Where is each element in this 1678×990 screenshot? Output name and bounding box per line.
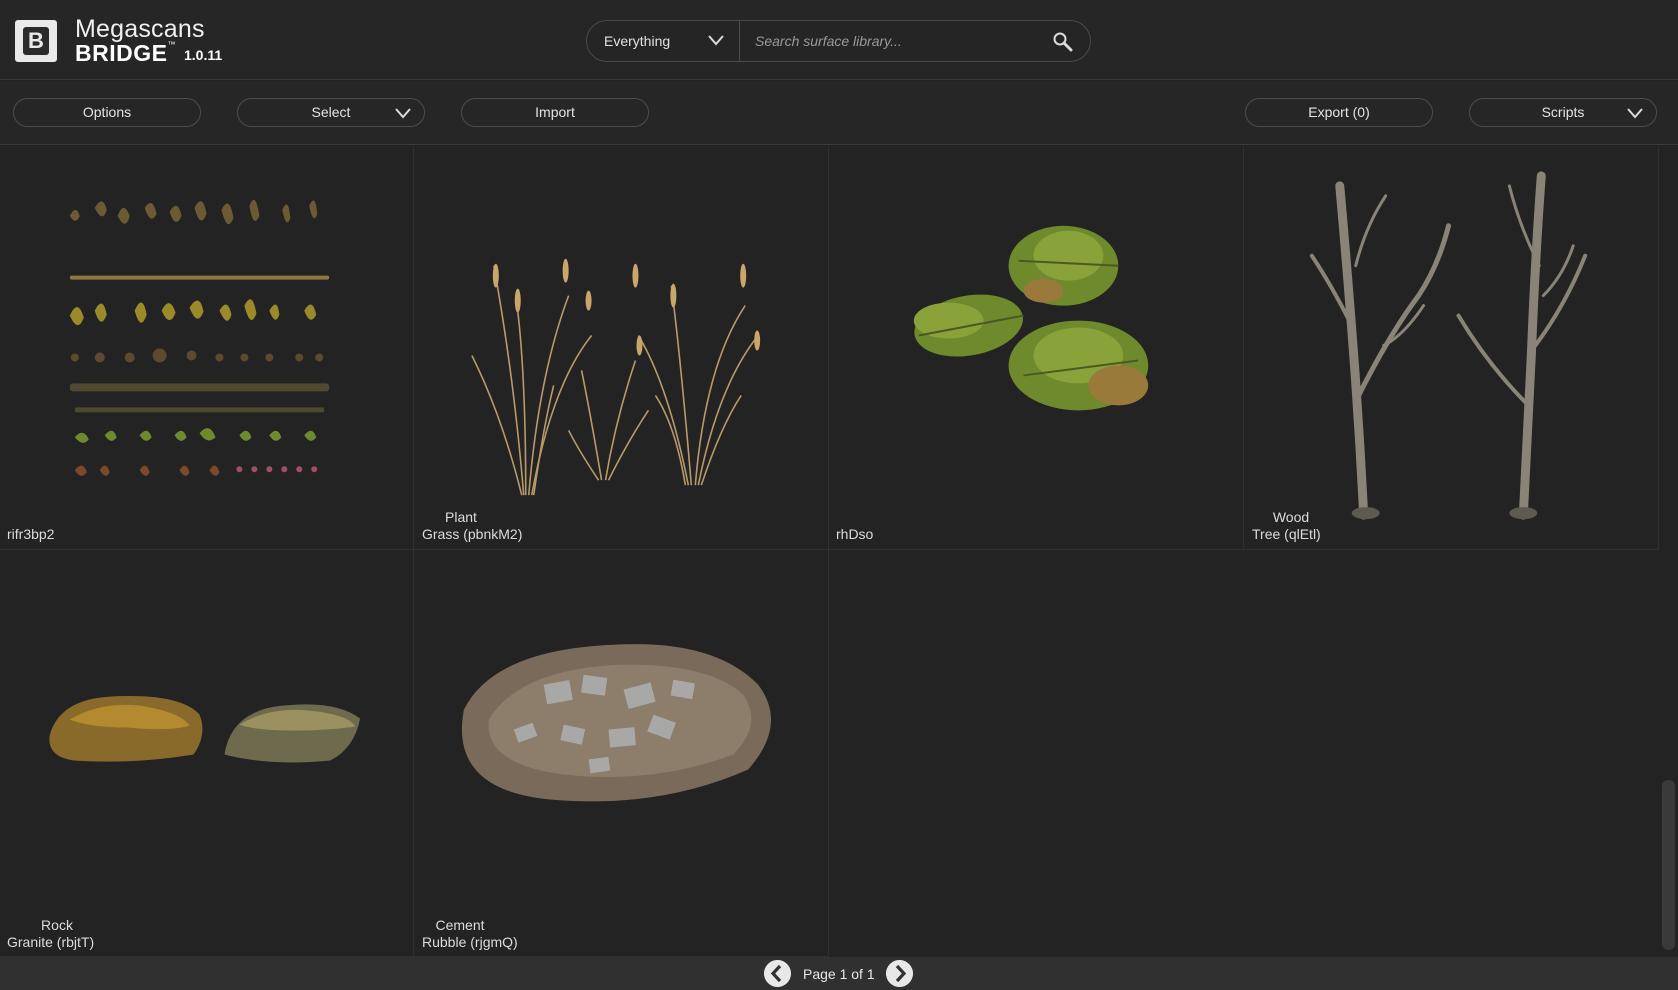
asset-name: Grass (pbnkM2) <box>422 526 523 542</box>
options-button[interactable]: Options <box>13 98 201 127</box>
asset-name: Tree (qlEtl) <box>1252 526 1321 542</box>
fern-thumbnail <box>913 225 1149 411</box>
asset-name: rhDso <box>836 526 874 542</box>
rubble-thumbnail <box>461 644 771 802</box>
chevron-down-icon <box>1627 108 1643 119</box>
asset-category: Wood <box>1272 509 1310 525</box>
import-button-label: Import <box>535 104 575 120</box>
asset-name: Granite (rbjtT) <box>7 934 95 950</box>
search-input[interactable] <box>755 29 1045 53</box>
logo-letter: B <box>23 27 49 55</box>
asset-tile[interactable]: Cement Rubble (rjgmQ) <box>414 550 829 957</box>
page-indicator: Page 1 of 1 <box>803 966 875 982</box>
select-button-label: Select <box>311 104 351 120</box>
dead-trees-thumbnail <box>1309 171 1588 520</box>
options-button-label: Options <box>82 104 132 120</box>
asset-tile[interactable]: Wood Tree (qlEtl) <box>1244 146 1659 550</box>
category-filter-value: Everything <box>604 33 671 49</box>
toolbar: Options Select Import Export (0) Scripts <box>0 81 1678 145</box>
asset-tile[interactable]: rhDso <box>829 146 1244 550</box>
export-button[interactable]: Export (0) <box>1245 98 1433 127</box>
asset-tile[interactable]: rifr3bp2 <box>0 146 414 550</box>
export-button-label: Export (0) <box>1308 104 1370 120</box>
chevron-down-icon <box>395 108 411 119</box>
category-filter-dropdown[interactable]: Everything <box>587 21 740 61</box>
brand-name-bottom: BRIDGE™ <box>75 40 176 67</box>
chevron-down-icon <box>708 35 724 46</box>
scripts-button-label: Scripts <box>1541 104 1585 120</box>
grid-scrollbar[interactable] <box>1662 780 1675 950</box>
brand-trademark: ™ <box>167 40 176 49</box>
asset-name: Rubble (rjgmQ) <box>422 934 518 950</box>
asset-category: Rock <box>41 917 73 933</box>
select-dropdown-button[interactable]: Select <box>237 98 425 127</box>
app-version: 1.0.11 <box>184 47 223 63</box>
grass-thumbnail <box>471 258 761 496</box>
asset-tile[interactable]: Rock Granite (rbjtT) <box>0 550 414 957</box>
search-bar: Everything <box>586 20 1091 62</box>
brand-name-bridge: BRIDGE <box>75 40 168 66</box>
rocks-thumbnail <box>49 696 361 763</box>
next-page-icon[interactable] <box>886 960 913 987</box>
scripts-dropdown-button[interactable]: Scripts <box>1469 98 1657 127</box>
asset-category: Cement <box>435 917 485 933</box>
leaf-atlas-thumbnail <box>69 199 330 476</box>
asset-tile[interactable]: Plant Grass (pbnkM2) <box>414 146 829 550</box>
pagination-bar: Page 1 of 1 <box>0 957 1678 990</box>
bridge-logo: B <box>15 20 57 62</box>
asset-name: rifr3bp2 <box>7 526 55 542</box>
asset-category: Plant <box>445 509 477 525</box>
previous-page-icon[interactable] <box>764 960 791 987</box>
app-header: B Megascans BRIDGE™ 1.0.11 Everything <box>0 0 1678 80</box>
import-button[interactable]: Import <box>461 98 649 127</box>
search-icon[interactable] <box>1052 31 1074 53</box>
asset-grid: rifr3bp2 Plant Grass (pbnkM2) rhDso Wood… <box>0 146 1660 957</box>
